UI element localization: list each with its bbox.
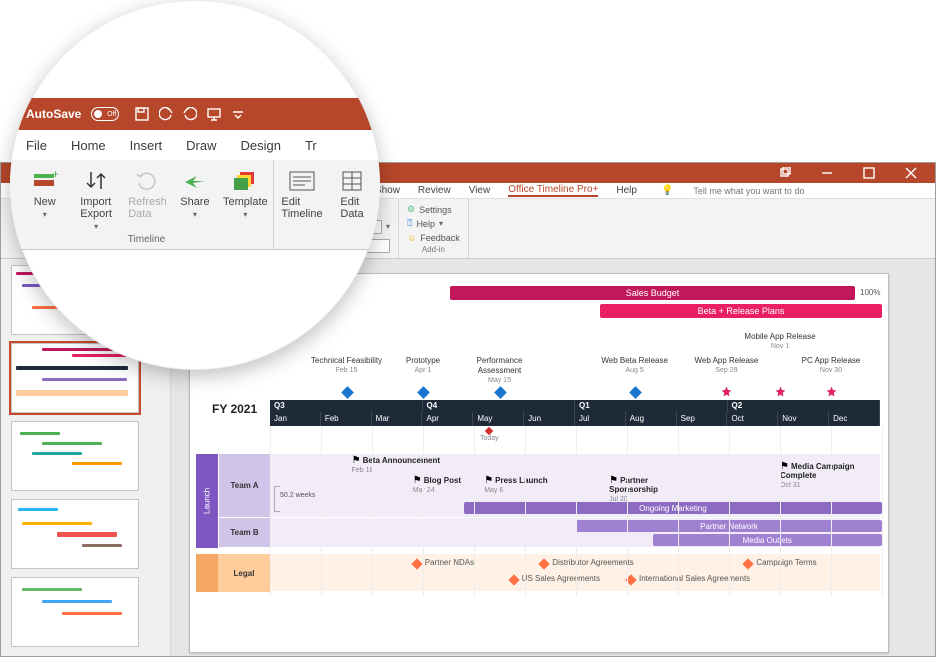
diamond-icon[interactable] bbox=[494, 386, 507, 399]
edit-timeline-button[interactable]: Edit Timeline bbox=[274, 166, 330, 222]
refresh-icon bbox=[133, 168, 161, 194]
today-marker: Today bbox=[480, 428, 499, 442]
row-legal: Legal bbox=[218, 554, 270, 592]
diamond-label: Distributor Agreements bbox=[552, 558, 633, 567]
autosave-toggle[interactable]: Off bbox=[91, 107, 119, 121]
diamond-label: Campaign Terms bbox=[756, 558, 816, 567]
star-icon[interactable] bbox=[775, 386, 786, 397]
bar-sales-budget[interactable]: Sales Budget bbox=[450, 286, 855, 300]
menu-file[interactable]: File bbox=[26, 138, 47, 153]
flag-milestone[interactable]: Media Campaign CompleteOct 31 bbox=[780, 462, 870, 490]
menu-help[interactable]: Help bbox=[616, 185, 637, 196]
tell-me-search[interactable]: Tell me what you want to do bbox=[693, 186, 804, 196]
ribbon-group-addin: ⚙ Settings ⍰ Help ▾ ☺ Feedback Add-in bbox=[399, 199, 469, 258]
undo-icon[interactable] bbox=[159, 107, 173, 121]
swimlane-team-b: Team B Partner NetworkMedia Outlets bbox=[196, 518, 880, 548]
diamond-label: International Sales Agreements bbox=[639, 574, 750, 583]
diamond-icon[interactable] bbox=[417, 386, 430, 399]
milestone-label: Mobile App ReleaseNov 1 bbox=[740, 332, 820, 352]
refresh-data-button[interactable]: Refresh Data bbox=[123, 166, 172, 233]
slide-thumb-5[interactable] bbox=[11, 577, 139, 647]
flag-milestone[interactable]: Partner SponsorshipJul 20 bbox=[609, 476, 699, 504]
window-close-button[interactable] bbox=[905, 167, 917, 179]
edit-data-icon bbox=[338, 168, 366, 194]
smiley-icon: ☺ bbox=[407, 233, 416, 243]
menu-insert[interactable]: Insert bbox=[130, 138, 163, 153]
time-scale: Q3Q4Q1Q2 JanFebMarAprMayJunJulAugSepOctN… bbox=[270, 400, 880, 426]
diamond-label: Partner NDAs bbox=[425, 558, 474, 567]
save-icon[interactable] bbox=[135, 107, 149, 121]
lightbulb-icon: 💡 bbox=[661, 185, 673, 196]
qat-more-icon[interactable] bbox=[231, 107, 245, 121]
autosave-label: AutoSave bbox=[26, 107, 81, 121]
settings-button[interactable]: Settings bbox=[419, 205, 452, 215]
milestone-label: Web Beta ReleaseAug 5 bbox=[595, 356, 675, 376]
task-bar[interactable]: Ongoing Marketing bbox=[464, 502, 882, 514]
diamond-milestone[interactable] bbox=[508, 574, 519, 585]
redo-icon[interactable] bbox=[183, 107, 197, 121]
menu-review[interactable]: Review bbox=[418, 185, 451, 196]
bracket-label: 50.2 weeks bbox=[280, 492, 315, 499]
diamond-label: US Sales Agreements bbox=[522, 574, 600, 583]
pct-sales-budget: 100% bbox=[860, 288, 880, 297]
menu-draw[interactable]: Draw bbox=[186, 138, 216, 153]
ribbon-timeline: + New▾ Import Export▾ Refresh Data Share… bbox=[10, 160, 380, 250]
duration-bracket bbox=[274, 486, 280, 512]
addin-group-label: Add-in bbox=[407, 245, 460, 254]
new-icon: + bbox=[31, 168, 59, 194]
star-icon[interactable] bbox=[826, 386, 837, 397]
help-button[interactable]: Help bbox=[416, 219, 435, 229]
main-menu-bar: File Home Insert Draw Design Tr bbox=[10, 130, 380, 160]
window-maximize-button[interactable] bbox=[863, 167, 875, 179]
help-q-icon: ⍰ bbox=[407, 218, 412, 229]
chevron-down-icon: ▾ bbox=[439, 219, 443, 228]
diamond-icon[interactable] bbox=[629, 386, 642, 399]
chevron-down-icon: ▾ bbox=[386, 222, 390, 231]
svg-text:+: + bbox=[52, 170, 58, 181]
milestone-label: Technical FeasibilityFeb 15 bbox=[307, 356, 387, 376]
swimlane-legal: Legal Partner NDAs US Sales Agreements Dis… bbox=[196, 554, 880, 592]
slide-thumb-4[interactable] bbox=[11, 499, 139, 569]
chart-title: FY 2021 bbox=[212, 402, 257, 416]
diamond-milestone[interactable] bbox=[743, 558, 754, 569]
milestone-label: PC App ReleaseNov 30 bbox=[791, 356, 871, 376]
milestone-label: PrototypeApr 1 bbox=[383, 356, 463, 376]
menu-office-timeline[interactable]: Office Timeline Pro+ bbox=[508, 184, 598, 197]
menu-design[interactable]: Design bbox=[241, 138, 281, 153]
template-button[interactable]: Template▾ bbox=[218, 166, 273, 233]
diamond-icon[interactable] bbox=[341, 386, 354, 399]
flag-milestone[interactable]: Beta AnnouncementFeb 18 bbox=[352, 456, 442, 475]
task-bar[interactable]: Media Outlets bbox=[653, 534, 883, 546]
menu-truncated[interactable]: Tr bbox=[305, 138, 317, 153]
present-icon[interactable] bbox=[207, 107, 221, 121]
import-export-icon bbox=[82, 168, 110, 194]
bar-beta-release[interactable]: Beta + Release Plans bbox=[600, 304, 882, 318]
feedback-button[interactable]: Feedback bbox=[420, 233, 460, 243]
gear-icon: ⚙ bbox=[407, 204, 415, 215]
import-export-button[interactable]: Import Export▾ bbox=[71, 166, 120, 233]
swimlane-team-a: Launch Team A 50.2 weeksBeta Announcemen… bbox=[196, 454, 880, 518]
milestone-label: Web App ReleaseSep 29 bbox=[686, 356, 766, 376]
edit-data-button[interactable]: Edit Data bbox=[332, 166, 372, 222]
milestone-label: Performance AssessmentMay 15 bbox=[460, 356, 540, 386]
share-icon bbox=[181, 168, 209, 194]
diamond-milestone[interactable] bbox=[411, 558, 422, 569]
timeline-group-label: Timeline bbox=[20, 234, 273, 247]
new-button[interactable]: + New▾ bbox=[20, 166, 69, 233]
edit-timeline-icon bbox=[288, 168, 316, 194]
flag-milestone[interactable]: Press LaunchMay 6 bbox=[484, 476, 574, 495]
row-team-b: Team B bbox=[218, 518, 270, 548]
qat-titlebar: AutoSave Off bbox=[10, 98, 380, 130]
diamond-milestone[interactable] bbox=[539, 558, 550, 569]
template-icon bbox=[231, 168, 259, 194]
menu-home[interactable]: Home bbox=[71, 138, 106, 153]
row-team-a: Team A bbox=[218, 454, 270, 518]
zoom-lens: AutoSave Off File Home Insert Draw Desig… bbox=[10, 0, 380, 370]
window-minimize-button[interactable] bbox=[821, 167, 833, 179]
share-button[interactable]: Share▾ bbox=[174, 166, 216, 233]
menu-view[interactable]: View bbox=[469, 185, 491, 196]
window-restore-button[interactable] bbox=[779, 167, 791, 179]
slide-thumb-3[interactable] bbox=[11, 421, 139, 491]
star-icon[interactable] bbox=[721, 386, 732, 397]
